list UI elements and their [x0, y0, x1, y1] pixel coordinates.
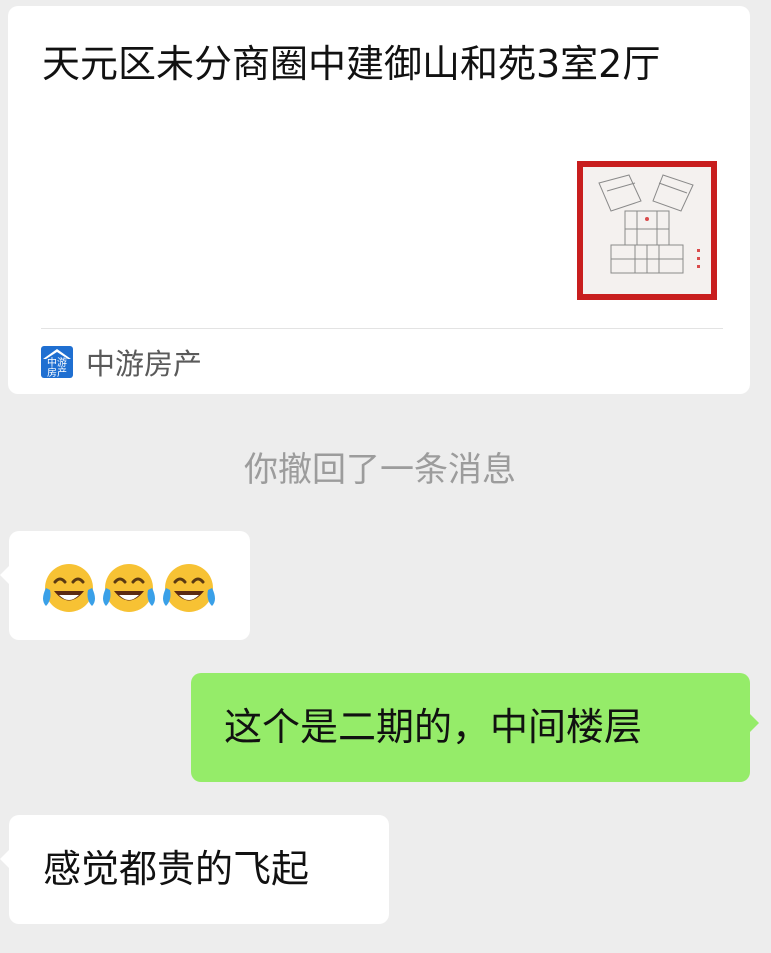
- source-name: 中游房产: [86, 347, 203, 381]
- card-divider: [41, 328, 723, 329]
- floor-plan-thumbnail-icon: [577, 161, 717, 300]
- tears-of-joy-icon: [40, 560, 98, 616]
- card-source[interactable]: 中游 房产 中游房产: [41, 344, 203, 381]
- message-bubble-self[interactable]: 这个是二期的，中间楼层: [191, 673, 759, 782]
- message-bubble-emoji[interactable]: [0, 531, 250, 640]
- card-title: 天元区未分商圈中建御山和苑3室2厅: [42, 42, 661, 86]
- emoji-row: [40, 560, 220, 616]
- tears-of-joy-icon: [100, 560, 158, 616]
- link-card[interactable]: 天元区未分商圈中建御山和苑3室2厅 中游 房产 中游房产: [8, 6, 750, 394]
- tears-of-joy-icon: [160, 560, 218, 616]
- logo-text-bottom: 房产: [47, 366, 67, 378]
- recall-notice: 你撤回了一条消息: [244, 450, 516, 490]
- zhongyou-property-logo-icon: 中游 房产: [41, 346, 73, 378]
- message-bubble-other[interactable]: 感觉都贵的飞起: [0, 815, 389, 924]
